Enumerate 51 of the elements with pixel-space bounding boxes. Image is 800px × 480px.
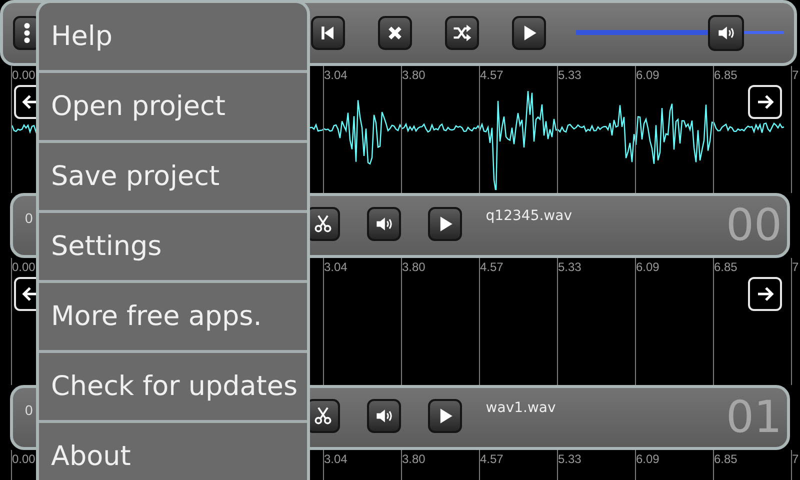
time-label: 4.57 <box>480 68 504 82</box>
volume-slider[interactable] <box>576 13 784 53</box>
time-label: 7 <box>792 452 799 466</box>
menu-item[interactable]: Save project <box>39 143 307 213</box>
time-label: 6.85 <box>714 452 738 466</box>
time-label: 0.00 <box>12 260 36 274</box>
time-label: 3.04 <box>324 260 348 274</box>
menu-item[interactable]: Check for updates <box>39 353 307 423</box>
scroll-right-button[interactable] <box>748 277 782 311</box>
time-label: 6.09 <box>636 452 660 466</box>
time-label: 6.85 <box>714 68 738 82</box>
track-index: 0 <box>25 210 33 226</box>
menu-item[interactable]: Settings <box>39 213 307 283</box>
menu-item[interactable]: Open project <box>39 73 307 143</box>
menu-item[interactable]: More free apps. <box>39 283 307 353</box>
play-button[interactable] <box>512 16 546 50</box>
time-label: 4.57 <box>480 452 504 466</box>
time-label: 3.04 <box>324 452 348 466</box>
menu-icon <box>24 23 30 43</box>
time-label: 5.33 <box>558 260 582 274</box>
time-label: 7 <box>792 68 799 82</box>
time-label: 4.57 <box>480 260 504 274</box>
track-index: 0 <box>25 402 33 418</box>
volume-button[interactable] <box>366 207 401 241</box>
time-label: 6.09 <box>636 68 660 82</box>
play-button[interactable] <box>428 207 462 241</box>
time-label: 0.00 <box>12 68 36 82</box>
time-label: 6.09 <box>636 260 660 274</box>
scroll-right-button[interactable] <box>748 85 782 119</box>
play-button[interactable] <box>428 399 462 433</box>
time-label: 5.33 <box>558 452 582 466</box>
track-number: 01 <box>726 391 782 445</box>
track-number: 00 <box>726 199 782 253</box>
time-label: 3.80 <box>402 68 426 82</box>
menu-item[interactable]: Help <box>39 3 307 73</box>
menu-item[interactable]: About <box>39 423 307 480</box>
slider-thumb[interactable] <box>708 15 744 51</box>
shuffle-icon <box>451 22 473 44</box>
time-label: 5.33 <box>558 68 582 82</box>
time-label: 0.00 <box>12 452 36 466</box>
close-button[interactable] <box>378 16 412 50</box>
time-label: 3.04 <box>324 68 348 82</box>
volume-button[interactable] <box>366 399 401 433</box>
file-name: wav1.wav <box>486 400 556 416</box>
shuffle-button[interactable] <box>445 16 479 50</box>
skip-back-button[interactable] <box>311 16 345 50</box>
time-label: 7 <box>792 260 799 274</box>
time-label: 6.85 <box>714 260 738 274</box>
time-label: 3.80 <box>402 260 426 274</box>
file-name: q12345.wav <box>486 208 572 224</box>
time-label: 3.80 <box>402 452 426 466</box>
